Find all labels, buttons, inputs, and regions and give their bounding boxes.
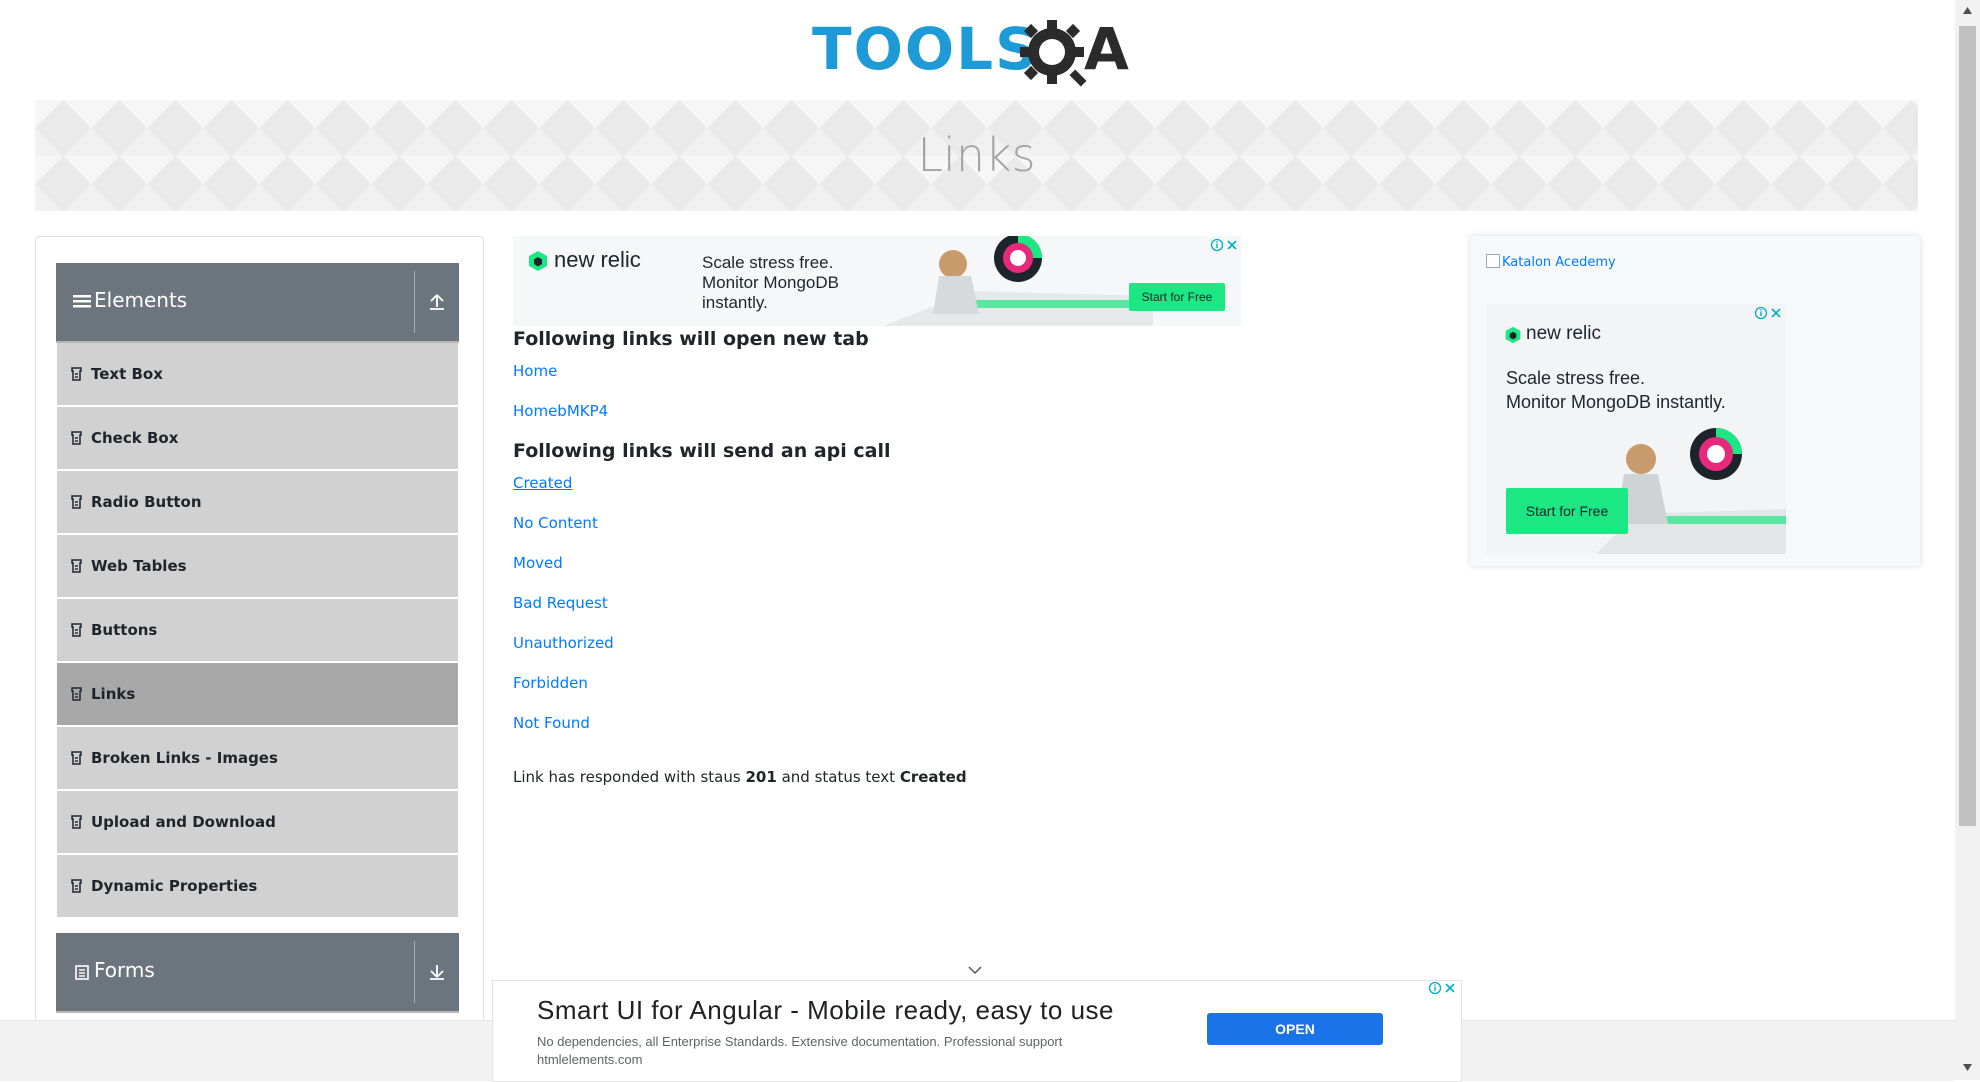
scrollbar-thumb[interactable] — [1959, 26, 1976, 826]
link-created[interactable]: Created — [513, 474, 572, 492]
menu-item-icon — [71, 623, 82, 637]
sidebar-item-label: Check Box — [91, 429, 179, 447]
elements-group-header[interactable]: Elements — [56, 263, 459, 343]
menu-item-icon — [71, 367, 82, 381]
sidebar-item-web-tables[interactable]: Web Tables — [57, 535, 458, 599]
adchoices-close-icon[interactable] — [1754, 306, 1784, 320]
menu-item-icon — [71, 751, 82, 765]
sidebar-item-label: Dynamic Properties — [91, 877, 258, 895]
sidebar-item-label: Links — [91, 685, 136, 703]
header-divider — [414, 941, 415, 1003]
ad-brand: new relic — [554, 247, 641, 272]
bottom-ad-domain: htmlelements.com — [537, 1051, 643, 1067]
broken-image-alt: Katalon Acedemy — [1502, 255, 1616, 270]
api-call-heading: Following links will send an api call — [513, 440, 891, 462]
link-response-message: Link has responded with staus 201 and st… — [513, 768, 967, 786]
sidebar-item-upload-and-download[interactable]: Upload and Download — [57, 791, 458, 855]
sidebar-item-radio-button[interactable]: Radio Button — [57, 471, 458, 535]
page-title: Links — [917, 128, 1036, 182]
link-moved[interactable]: Moved — [513, 554, 563, 572]
response-status-text: Created — [899, 768, 967, 786]
logo-text-tools: TOOLS — [812, 15, 1039, 83]
sidebar-item-buttons[interactable]: Buttons — [57, 599, 458, 663]
sidebar-item-broken-links-images[interactable]: Broken Links - Images — [57, 727, 458, 791]
menu-item-icon — [71, 495, 82, 509]
menu-item-icon — [71, 687, 82, 701]
scroll-down-arrow-icon[interactable] — [1962, 1062, 1973, 1072]
forms-group-label: Forms — [94, 958, 155, 982]
response-prefix: Link has responded with staus — [513, 768, 741, 786]
sidebar-item-label: Upload and Download — [91, 813, 276, 831]
ad-brand: new relic — [1526, 323, 1601, 344]
scroll-up-arrow-icon[interactable] — [1962, 6, 1973, 16]
sidebar-item-label: Text Box — [91, 365, 163, 383]
hamburger-icon — [73, 295, 91, 308]
menu-item-icon — [71, 815, 82, 829]
sidebar-item-links[interactable]: Links — [57, 663, 458, 727]
top-advertisement[interactable]: new relic Scale stress free. Monitor Mon… — [513, 236, 1241, 326]
sidebar-item-text-box[interactable]: Text Box — [57, 343, 458, 407]
new-relic-logo-icon — [1505, 326, 1521, 344]
sidebar: Elements Forms Text Box Check Box Radio Bu… — [35, 236, 484, 1028]
new-relic-logo-icon — [529, 251, 547, 271]
link-unauthorized[interactable]: Unauthorized — [513, 634, 614, 652]
response-middle: and status text — [781, 768, 896, 786]
menu-item-icon — [71, 559, 82, 573]
toolsqa-logo[interactable]: TOOLS A — [812, 14, 1142, 94]
right-ad-creative[interactable]: new relic Scale stress free. Monitor Mon… — [1486, 304, 1786, 554]
collapse-up-icon[interactable] — [426, 291, 448, 313]
expand-down-icon[interactable] — [426, 961, 448, 983]
sidebar-item-label: Web Tables — [91, 557, 187, 575]
chevron-down-icon[interactable] — [968, 965, 982, 975]
ad-headline-line3: instantly. — [702, 293, 768, 312]
page-banner: Links — [35, 100, 1918, 211]
elements-group-label: Elements — [94, 288, 188, 312]
broken-image-link[interactable]: Katalon Acedemy — [1486, 254, 1616, 271]
bottom-advertisement[interactable]: Smart UI for Angular - Mobile ready, eas… — [492, 980, 1462, 1082]
menu-item-icon — [71, 879, 82, 893]
new-tab-heading: Following links will open new tab — [513, 328, 869, 350]
sidebar-item-check-box[interactable]: Check Box — [57, 407, 458, 471]
ad-headline-line1: Scale stress free. — [702, 253, 834, 272]
header-divider — [414, 271, 415, 333]
response-status-code: 201 — [745, 768, 777, 786]
bottom-ad-description: No dependencies, all Enterprise Standard… — [537, 1033, 1157, 1068]
adchoices-close-icon[interactable] — [1428, 981, 1458, 995]
menu-item-icon — [71, 431, 82, 445]
bottom-ad-description-text: No dependencies, all Enterprise Standard… — [537, 1034, 1063, 1049]
sidebar-item-label: Buttons — [91, 621, 158, 639]
logo-text-a: A — [1084, 15, 1131, 83]
vertical-scrollbar[interactable] — [1955, 0, 1980, 1080]
ad-cta-button[interactable]: Start for Free — [1506, 488, 1628, 534]
link-forbidden[interactable]: Forbidden — [513, 674, 588, 692]
ad-illustration — [883, 236, 1153, 326]
adchoices-close-icon[interactable] — [1210, 238, 1240, 252]
form-icon — [75, 965, 89, 980]
gear-magnifier-icon — [1020, 20, 1087, 87]
broken-image-icon — [1486, 254, 1500, 268]
forms-group-header[interactable]: Forms — [56, 933, 459, 1013]
sidebar-item-label: Radio Button — [91, 493, 202, 511]
link-home[interactable]: Home — [513, 362, 557, 380]
right-advertisement[interactable]: Katalon Acedemy new relic Scale stress f… — [1470, 236, 1920, 566]
sidebar-item-label: Broken Links - Images — [91, 749, 278, 767]
ad-headline-line1: Scale stress free. — [1506, 368, 1646, 388]
ad-headline-line2: Monitor MongoDB — [702, 273, 840, 292]
link-bad-request[interactable]: Bad Request — [513, 594, 608, 612]
ad-headline-line2: Monitor MongoDB instantly. — [1506, 392, 1726, 412]
sidebar-item-dynamic-properties[interactable]: Dynamic Properties — [57, 855, 458, 919]
bottom-ad-open-button[interactable]: OPEN — [1207, 1013, 1383, 1045]
link-not-found[interactable]: Not Found — [513, 714, 590, 732]
ad-cta-button[interactable]: Start for Free — [1129, 283, 1225, 311]
link-no-content[interactable]: No Content — [513, 514, 598, 532]
bottom-ad-title[interactable]: Smart UI for Angular - Mobile ready, eas… — [537, 995, 1114, 1026]
link-dynamic-home[interactable]: HomebMKP4 — [513, 402, 608, 420]
